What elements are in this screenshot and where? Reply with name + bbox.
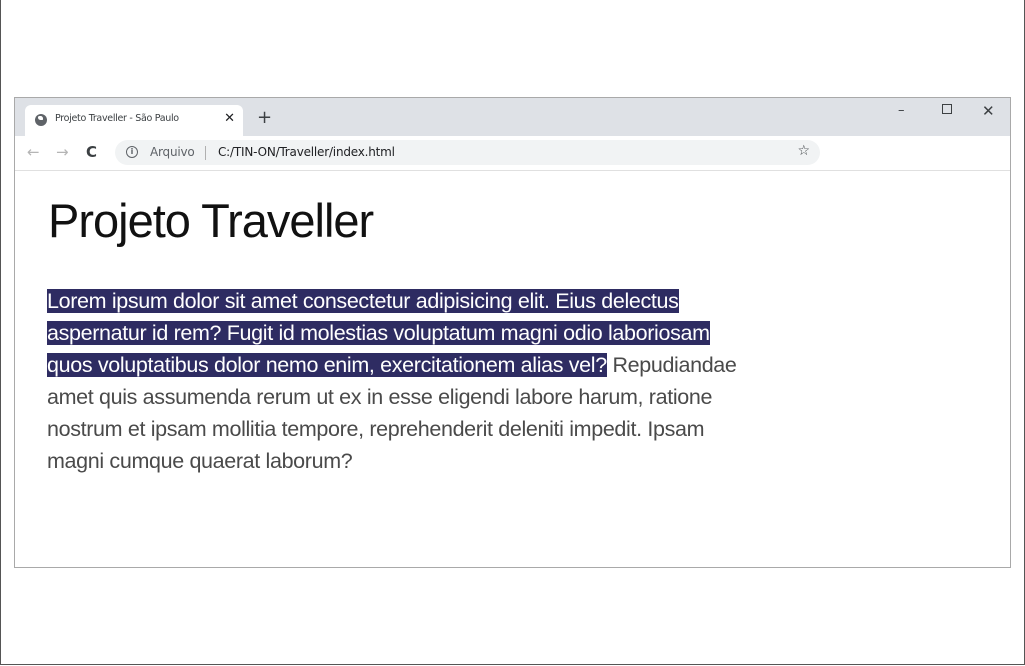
tab-title: Projeto Traveller - São Paulo (55, 113, 179, 124)
back-arrow-icon[interactable]: ← (27, 143, 40, 161)
tab-close-icon[interactable]: ✕ (224, 111, 235, 127)
globe-icon (35, 114, 47, 126)
maximize-button[interactable] (942, 104, 952, 114)
reload-icon[interactable]: C (86, 143, 97, 161)
page-viewport: Projeto Traveller Lorem ipsum dolor sit … (15, 171, 1010, 567)
address-url[interactable]: C:/TIN-ON/Traveller/index.html (218, 145, 395, 159)
tab-strip: Projeto Traveller - São Paulo ✕ + – ✕ (15, 98, 1010, 136)
tab-projeto-traveller[interactable]: Projeto Traveller - São Paulo ✕ (25, 105, 243, 136)
page-title: Projeto Traveller (48, 194, 374, 247)
address-divider (205, 146, 206, 160)
address-bar[interactable]: i Arquivo C:/TIN-ON/Traveller/index.html… (115, 140, 820, 165)
browser-window: Projeto Traveller - São Paulo ✕ + – ✕ ← … (14, 97, 1011, 568)
address-scheme-label: Arquivo (150, 145, 195, 159)
body-paragraph[interactable]: Lorem ipsum dolor sit amet consectetur a… (47, 285, 747, 477)
bookmark-star-icon[interactable]: ☆ (797, 143, 810, 159)
forward-arrow-icon[interactable]: → (56, 143, 69, 161)
minimize-button[interactable]: – (898, 102, 905, 120)
info-icon[interactable]: i (126, 146, 138, 158)
new-tab-button[interactable]: + (257, 108, 272, 128)
browser-toolbar: ← → C i Arquivo C:/TIN-ON/Traveller/inde… (15, 136, 1010, 171)
close-window-button[interactable]: ✕ (982, 102, 995, 120)
